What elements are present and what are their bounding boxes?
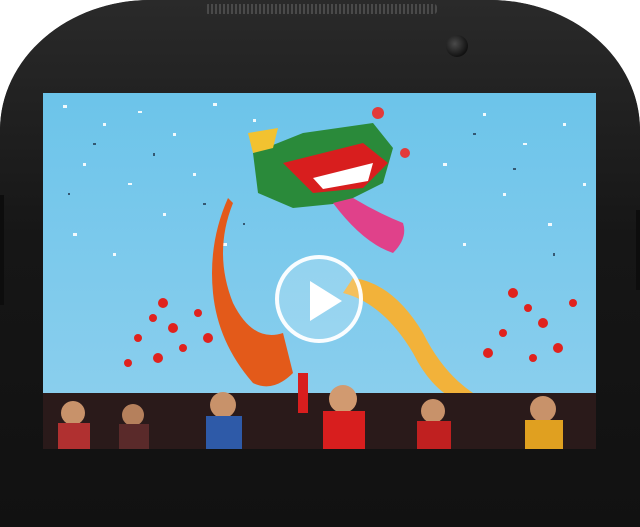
power-button[interactable] xyxy=(636,210,640,290)
volume-button[interactable] xyxy=(0,195,4,305)
play-icon xyxy=(310,281,342,321)
front-camera-icon xyxy=(446,35,468,57)
play-button[interactable] xyxy=(275,255,363,343)
speaker-grille xyxy=(205,4,437,14)
